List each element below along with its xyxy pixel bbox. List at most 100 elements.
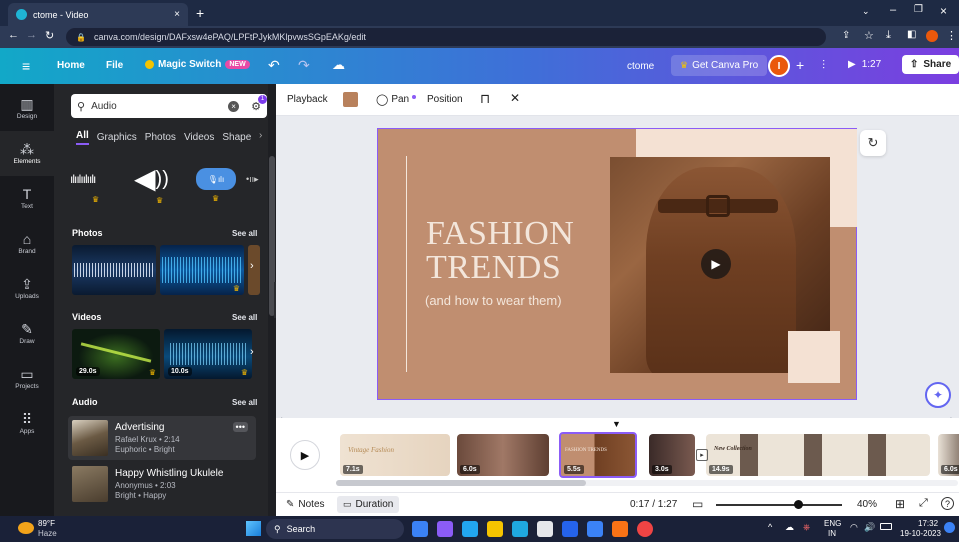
cloud-sync-icon[interactable]: ☁: [332, 57, 345, 73]
audio-more-icon[interactable]: •••: [232, 422, 248, 432]
undo-icon[interactable]: ↶: [268, 57, 280, 74]
clear-search-icon[interactable]: ×: [228, 100, 240, 112]
videos-next-icon[interactable]: ›: [250, 346, 254, 358]
language-line-1[interactable]: ENG: [824, 519, 841, 528]
tray-cloud-icon[interactable]: ☁: [785, 522, 794, 533]
chrome-icon[interactable]: [637, 521, 653, 537]
redo-icon[interactable]: ↷: [298, 57, 310, 74]
download-icon[interactable]: ⤓: [886, 29, 891, 42]
hamburger-menu-icon[interactable]: ≡: [22, 58, 30, 74]
vscode-icon[interactable]: [462, 521, 478, 537]
weather-icon[interactable]: [18, 522, 34, 534]
rail-item-text[interactable]: T Text: [0, 176, 54, 221]
home-button[interactable]: Home: [57, 60, 85, 71]
rail-item-uploads[interactable]: ⇪ Uploads: [0, 266, 54, 311]
file-button[interactable]: File: [106, 60, 123, 71]
audio-arrow-graphic[interactable]: •ıı▸: [246, 174, 259, 185]
category-tab-graphics[interactable]: Graphics: [97, 132, 137, 143]
photos-next-icon[interactable]: ›: [250, 260, 254, 272]
sidepanel-icon[interactable]: ◧: [907, 29, 916, 40]
clock-date[interactable]: 19-10-2023: [900, 529, 941, 538]
taskbar-search[interactable]: ⚲ Search: [266, 519, 404, 539]
get-canva-pro-button[interactable]: ♛ Get Canva Pro: [671, 55, 768, 76]
transition-icon[interactable]: ▸: [696, 449, 708, 461]
playback-button[interactable]: Playback: [287, 94, 328, 105]
notes-button[interactable]: ✎ Notes: [286, 499, 325, 510]
magic-assistant-button[interactable]: ✦: [925, 382, 951, 408]
timeline-clip[interactable]: 3.0s: [649, 434, 695, 476]
timeline-clip[interactable]: FASHION TRENDS 5.5s: [559, 432, 637, 478]
help-icon[interactable]: ?: [941, 497, 954, 510]
zoom-slider-knob[interactable]: [793, 500, 803, 509]
voice-bubble-graphic[interactable]: 🎙ılı ♛: [196, 168, 236, 203]
start-icon[interactable]: [246, 521, 261, 536]
timeline-clip[interactable]: Vintage Fashion 7.1s: [340, 434, 450, 476]
restore-icon[interactable]: ❐: [914, 4, 923, 15]
share-button[interactable]: ⇧ Share: [902, 55, 959, 74]
hide-timeline-icon[interactable]: ▭: [692, 497, 703, 511]
forward-icon[interactable]: →: [26, 29, 37, 41]
fullscreen-icon[interactable]: ⤢: [919, 497, 928, 510]
url-field[interactable]: 🔒 canva.com/design/DAFxsw4ePAQ/LPFtPJykM…: [66, 28, 826, 46]
rail-item-design[interactable]: ▥ Design: [0, 86, 54, 131]
timeline-play-button[interactable]: ▶: [290, 440, 320, 470]
tray-overflow-icon[interactable]: ^: [768, 522, 772, 532]
pan-button[interactable]: ◯ Pan: [376, 93, 417, 106]
category-tab-photos[interactable]: Photos: [145, 132, 176, 143]
filter-icon[interactable]: ⚙ 1: [251, 94, 267, 113]
headline-text[interactable]: FASHION TRENDS: [426, 217, 574, 285]
share-page-icon[interactable]: ⇪: [842, 30, 850, 41]
task-view-icon[interactable]: [412, 521, 428, 537]
tab-close-icon[interactable]: ×: [174, 9, 180, 20]
subheadline-text[interactable]: (and how to wear them): [425, 293, 562, 308]
wifi-icon[interactable]: ◠: [850, 522, 858, 533]
chat-icon[interactable]: [437, 521, 453, 537]
new-tab-icon[interactable]: +: [196, 5, 204, 21]
edge-icon[interactable]: [512, 521, 528, 537]
videos-see-all[interactable]: See all: [232, 313, 257, 322]
rail-item-brand[interactable]: ⌂ Brand: [0, 221, 54, 266]
lock-toggle-icon[interactable]: ⊓: [480, 91, 490, 107]
user-avatar[interactable]: I: [768, 55, 790, 77]
grid-view-icon[interactable]: ⊞: [895, 497, 905, 511]
category-tab-shape[interactable]: Shape: [222, 132, 251, 143]
timeline-clip[interactable]: 6.0s: [938, 434, 959, 476]
volume-icon[interactable]: 🔊: [864, 522, 875, 533]
clock-time[interactable]: 17:32: [918, 519, 938, 528]
rail-item-elements[interactable]: ⁂ Elements: [0, 131, 54, 176]
tray-app-icon[interactable]: ⎈: [803, 522, 810, 533]
mute-icon[interactable]: ✕: [510, 91, 520, 105]
magic-switch-button[interactable]: Magic Switch NEW: [145, 59, 250, 70]
document-name[interactable]: ctome: [627, 61, 654, 72]
minimize-icon[interactable]: –: [890, 4, 896, 16]
zoom-percent[interactable]: 40%: [857, 499, 877, 510]
profile-icon[interactable]: [926, 30, 938, 42]
category-next-icon[interactable]: ›: [259, 130, 262, 141]
rail-item-apps[interactable]: ⠿ Apps: [0, 401, 54, 446]
rail-item-draw[interactable]: ✎ Draw: [0, 311, 54, 356]
duration-button[interactable]: ▭ Duration: [337, 496, 400, 513]
rail-item-projects[interactable]: ▭ Projects: [0, 356, 54, 401]
timeline-clip[interactable]: New Collection 14.9s: [706, 434, 930, 476]
notification-icon[interactable]: [944, 522, 955, 533]
browser-menu-icon[interactable]: ⋮: [946, 29, 957, 42]
store-icon[interactable]: [537, 521, 553, 537]
position-button[interactable]: Position: [427, 94, 463, 105]
timeline-scrollbar[interactable]: [336, 480, 958, 486]
category-tab-videos[interactable]: Videos: [184, 132, 214, 143]
present-play-button[interactable]: ▶ 1:27: [848, 59, 881, 70]
language-line-2[interactable]: IN: [828, 529, 836, 538]
bookmark-star-icon[interactable]: ☆: [864, 29, 874, 42]
file-explorer-icon[interactable]: [487, 521, 503, 537]
battery-icon[interactable]: [880, 523, 892, 530]
audio-item-ukulele[interactable]: Happy Whistling Ukulele Anonymus • 2:03 …: [68, 464, 256, 508]
audio-item-advertising[interactable]: Advertising Rafael Krux • 2:14 Euphoric …: [68, 416, 256, 460]
photo-thumbnail[interactable]: ♛: [160, 245, 244, 295]
browser-tab[interactable]: ctome - Video ×: [8, 3, 188, 26]
playhead-marker-icon[interactable]: ▼: [612, 419, 621, 429]
video-thumbnail[interactable]: 29.0s ♛: [72, 329, 160, 379]
video-play-button[interactable]: ▶: [701, 249, 731, 279]
app-icon[interactable]: [612, 521, 628, 537]
tab-search-icon[interactable]: ⌄: [862, 6, 870, 17]
photos-see-all[interactable]: See all: [232, 229, 257, 238]
